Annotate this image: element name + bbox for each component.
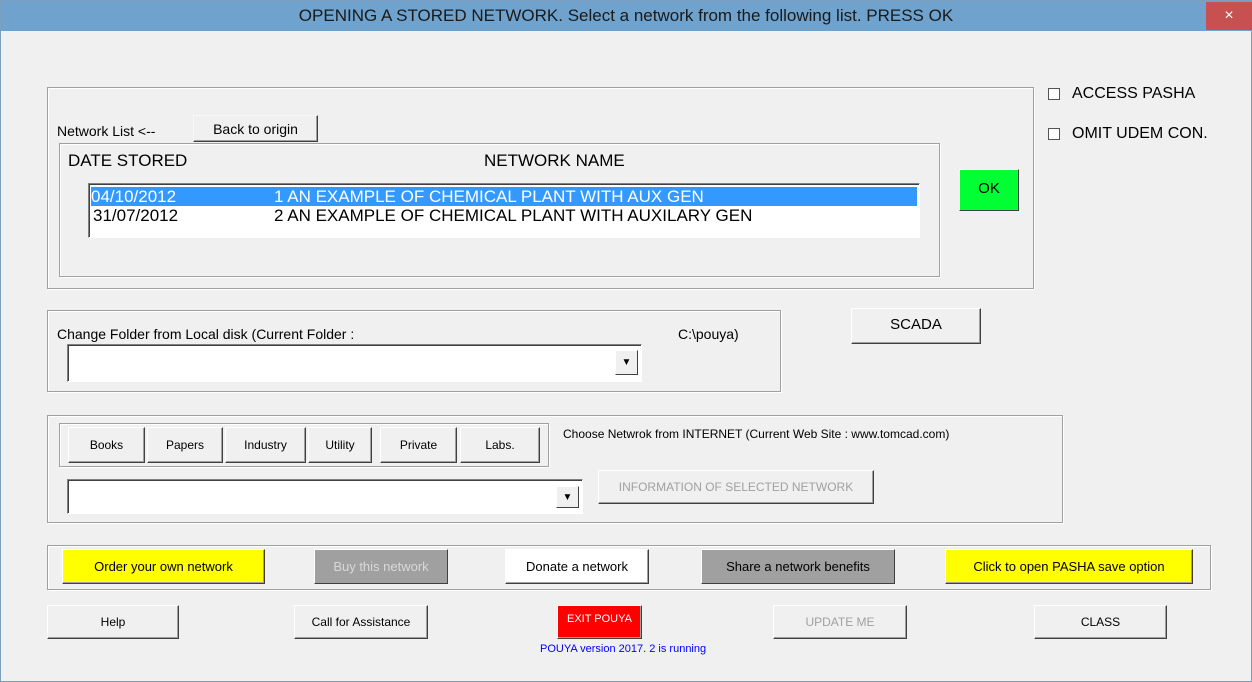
window-title: OPENING A STORED NETWORK. Select a netwo… — [298, 6, 954, 25]
donate-network-button[interactable]: Donate a network — [505, 549, 649, 584]
list-item[interactable]: 04/10/2012 1 AN EXAMPLE OF CHEMICAL PLAN… — [91, 187, 917, 206]
chevron-down-icon[interactable]: ▼ — [556, 486, 579, 508]
information-of-selected-network-button[interactable]: INFORMATION OF SELECTED NETWORK — [598, 470, 874, 504]
internet-label: Choose Netwrok from INTERNET (Current We… — [563, 427, 950, 441]
ok-button[interactable]: OK — [959, 169, 1019, 211]
tab-labs[interactable]: Labs. — [460, 427, 540, 463]
date-stored-header: DATE STORED — [68, 151, 188, 170]
internet-network-combobox[interactable]: ▼ — [67, 479, 583, 514]
network-name-header: NETWORK NAME — [484, 151, 625, 170]
network-listbox[interactable]: 04/10/2012 1 AN EXAMPLE OF CHEMICAL PLAN… — [88, 183, 920, 238]
back-to-origin-button[interactable]: Back to origin — [193, 115, 318, 142]
tab-private[interactable]: Private — [380, 427, 457, 463]
close-button[interactable]: × — [1206, 2, 1252, 30]
class-button[interactable]: CLASS — [1034, 605, 1167, 639]
omit-udem-label[interactable]: OMIT UDEM CON. — [1072, 125, 1208, 143]
access-pasha-label[interactable]: ACCESS PASHA — [1072, 85, 1195, 103]
list-item-name: 2 AN EXAMPLE OF CHEMICAL PLANT WITH AUXI… — [274, 206, 753, 225]
scada-button[interactable]: SCADA — [851, 308, 981, 344]
share-network-button[interactable]: Share a network benefits — [701, 549, 895, 584]
tab-industry[interactable]: Industry — [225, 427, 306, 463]
exit-pouya-button[interactable]: EXIT POUYA — [557, 605, 642, 639]
title-bar[interactable]: OPENING A STORED NETWORK. Select a netwo… — [1, 1, 1252, 31]
pasha-save-button[interactable]: Click to open PASHA save option — [945, 549, 1193, 584]
call-for-assistance-button[interactable]: Call for Assistance — [294, 605, 428, 639]
network-list-label: Network List <-- — [57, 123, 156, 139]
list-item-date: 04/10/2012 — [91, 187, 177, 206]
buy-network-button[interactable]: Buy this network — [314, 549, 448, 584]
omit-udem-checkbox[interactable] — [1048, 128, 1060, 140]
help-button[interactable]: Help — [47, 605, 179, 639]
tab-papers[interactable]: Papers — [147, 427, 223, 463]
local-folder-label: Change Folder from Local disk (Current F… — [57, 326, 355, 342]
tab-books[interactable]: Books — [68, 427, 145, 463]
order-network-button[interactable]: Order your own network — [62, 549, 265, 584]
current-folder-path: C:\pouya) — [678, 326, 739, 342]
local-folder-combobox[interactable]: ▼ — [67, 344, 642, 382]
list-item[interactable]: 31/07/2012 2 AN EXAMPLE OF CHEMICAL PLAN… — [91, 206, 917, 225]
list-item-date: 31/07/2012 — [93, 206, 179, 225]
access-pasha-checkbox[interactable] — [1048, 88, 1060, 100]
close-icon: × — [1224, 7, 1234, 24]
update-me-button[interactable]: UPDATE ME — [773, 605, 907, 639]
dialog-window: OPENING A STORED NETWORK. Select a netwo… — [0, 0, 1252, 682]
tab-utility[interactable]: Utility — [308, 427, 372, 463]
version-status: POUYA version 2017. 2 is running — [540, 643, 707, 655]
list-item-name: 1 AN EXAMPLE OF CHEMICAL PLANT WITH AUX … — [274, 187, 704, 206]
chevron-down-icon[interactable]: ▼ — [615, 350, 638, 375]
